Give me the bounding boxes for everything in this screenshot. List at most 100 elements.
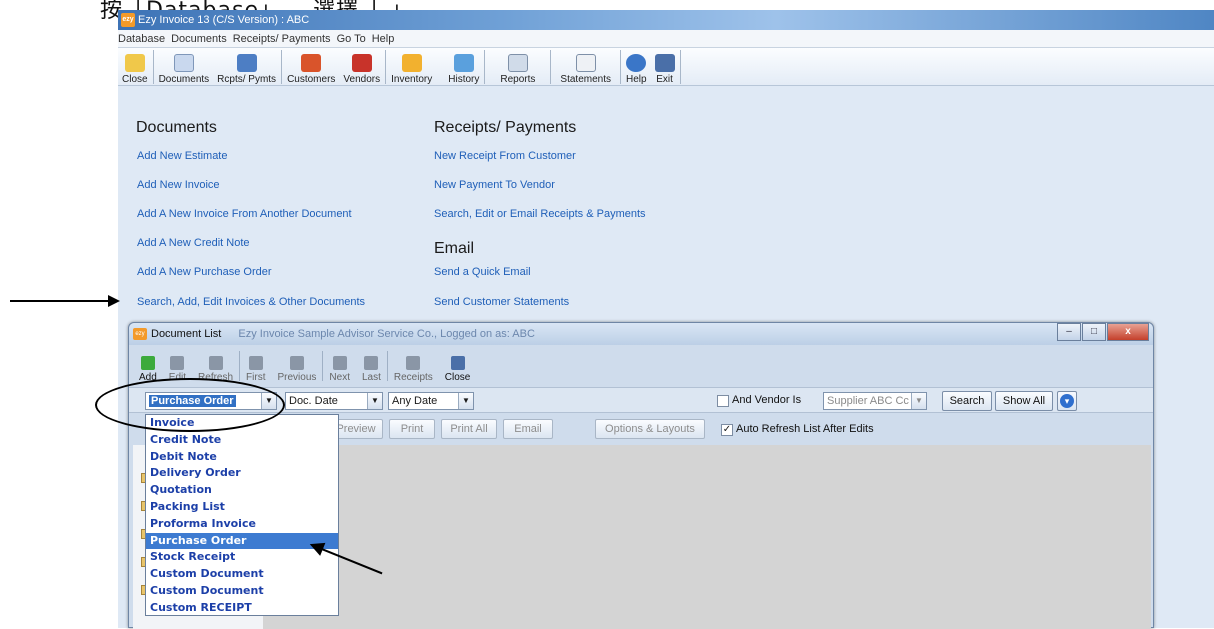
toolbar-separator bbox=[550, 49, 552, 84]
dropdown-option-quotation[interactable]: Quotation bbox=[146, 482, 338, 499]
door-icon bbox=[450, 356, 465, 370]
dropdown-option-debit-note[interactable]: Debit Note bbox=[146, 449, 338, 466]
pencil-icon bbox=[170, 356, 185, 370]
menu-bar: Database Documents Receipts/ Payments Go… bbox=[118, 30, 1214, 48]
chevron-down-circle-icon: ▾ bbox=[1060, 394, 1074, 408]
add-button[interactable]: Add bbox=[133, 349, 163, 383]
last-icon bbox=[364, 356, 379, 370]
annotation-ellipse bbox=[95, 378, 285, 432]
chevron-down-icon: ▼ bbox=[911, 393, 926, 409]
toolbar-separator bbox=[152, 49, 154, 84]
receipt-icon bbox=[406, 356, 421, 370]
ezy-app-icon: ezy bbox=[133, 328, 147, 340]
toolbar-separator bbox=[281, 49, 283, 84]
boxes-icon bbox=[401, 54, 422, 72]
link-customer-statements[interactable]: Send Customer Statements bbox=[434, 296, 569, 308]
receipts-payments-button[interactable]: Rcpts/ Pymts bbox=[213, 49, 280, 85]
customers-icon bbox=[301, 54, 322, 72]
last-button[interactable]: Last bbox=[356, 349, 387, 383]
link-search-receipts[interactable]: Search, Edit or Email Receipts & Payment… bbox=[434, 208, 646, 220]
document-icon bbox=[173, 54, 194, 72]
help-icon bbox=[626, 54, 647, 72]
envelope-icon bbox=[575, 54, 596, 72]
chevron-down-icon: ▼ bbox=[458, 393, 473, 409]
email-button[interactable]: Email bbox=[503, 419, 553, 439]
pen-icon bbox=[236, 54, 257, 72]
document-list-subtitle: Ezy Invoice Sample Advisor Service Co., … bbox=[238, 328, 535, 340]
show-all-button[interactable]: Show All bbox=[995, 391, 1053, 411]
link-add-purchase-order[interactable]: Add A New Purchase Order bbox=[137, 266, 272, 278]
vendor-filter-checkbox[interactable] bbox=[717, 395, 729, 407]
dropdown-option-custom-document[interactable]: Custom Document bbox=[146, 566, 338, 583]
close-button[interactable]: Close bbox=[118, 49, 152, 85]
exit-door-icon bbox=[654, 54, 675, 72]
reports-button[interactable]: Reports bbox=[486, 49, 549, 85]
documents-button[interactable]: Documents bbox=[155, 49, 214, 85]
documents-heading: Documents bbox=[136, 119, 217, 136]
toolbar-separator bbox=[385, 49, 387, 84]
help-button[interactable]: Help bbox=[622, 49, 651, 85]
truck-icon bbox=[351, 54, 372, 72]
next-button[interactable]: Next bbox=[323, 349, 356, 383]
date-range-select[interactable]: Any Date ▼ bbox=[388, 392, 474, 410]
maximize-button[interactable]: □ bbox=[1082, 323, 1106, 341]
print-all-button[interactable]: Print All bbox=[441, 419, 497, 439]
link-add-new-invoice[interactable]: Add New Invoice bbox=[137, 179, 220, 191]
link-add-credit-note[interactable]: Add A New Credit Note bbox=[137, 237, 250, 249]
auto-refresh-label: Auto Refresh List After Edits bbox=[736, 423, 874, 435]
main-toolbar: Close Documents Rcpts/ Pymts Customers V… bbox=[118, 48, 1214, 86]
exit-button[interactable]: Exit bbox=[651, 49, 679, 85]
customers-button[interactable]: Customers bbox=[283, 49, 339, 85]
first-button[interactable]: First bbox=[240, 349, 271, 383]
window-close-button[interactable]: x bbox=[1107, 323, 1149, 341]
toolbar-separator bbox=[620, 49, 621, 84]
receipts-button[interactable]: Receipts bbox=[388, 349, 439, 383]
link-new-payment[interactable]: New Payment To Vendor bbox=[434, 179, 555, 191]
auto-refresh-checkbox[interactable]: ✓ bbox=[721, 424, 733, 436]
link-add-new-estimate[interactable]: Add New Estimate bbox=[137, 150, 227, 162]
dropdown-option-proforma-invoice[interactable]: Proforma Invoice bbox=[146, 516, 338, 533]
menu-documents[interactable]: Documents bbox=[171, 30, 233, 47]
close-folder-icon bbox=[124, 54, 145, 72]
expand-button[interactable]: ▾ bbox=[1057, 391, 1077, 411]
dropdown-option-delivery-order[interactable]: Delivery Order bbox=[146, 465, 338, 482]
ezy-app-icon: ezy bbox=[121, 13, 135, 27]
document-list-titlebar: ezy Document List Ezy Invoice Sample Adv… bbox=[129, 323, 1153, 345]
vendor-select[interactable]: Supplier ABC Cc ▼ bbox=[823, 392, 927, 410]
dropdown-option-custom-document-2[interactable]: Custom Document bbox=[146, 583, 338, 600]
link-add-invoice-from-document[interactable]: Add A New Invoice From Another Document bbox=[137, 208, 352, 220]
menu-receipts-payments[interactable]: Receipts/ Payments bbox=[233, 30, 337, 47]
email-heading: Email bbox=[434, 240, 475, 257]
dropdown-option-credit-note[interactable]: Credit Note bbox=[146, 432, 338, 449]
link-search-documents[interactable]: Search, Add, Edit Invoices & Other Docum… bbox=[137, 296, 365, 308]
link-new-receipt[interactable]: New Receipt From Customer bbox=[434, 150, 576, 162]
document-list-title: Document List bbox=[151, 328, 222, 340]
pointer-arrow bbox=[10, 295, 120, 307]
menu-goto[interactable]: Go To bbox=[337, 30, 372, 47]
minimize-button[interactable]: – bbox=[1057, 323, 1081, 341]
menu-help[interactable]: Help bbox=[372, 30, 401, 47]
window-controls: – □ x bbox=[1056, 323, 1149, 341]
statements-button[interactable]: Statements bbox=[552, 49, 619, 85]
dropdown-option-packing-list[interactable]: Packing List bbox=[146, 499, 338, 516]
inventory-button[interactable]: Inventory bbox=[387, 49, 444, 85]
toolbar-separator bbox=[679, 49, 681, 84]
date-field-select[interactable]: Doc. Date ▼ bbox=[285, 392, 383, 410]
previous-button[interactable]: Previous bbox=[272, 349, 323, 383]
history-button[interactable]: History bbox=[444, 49, 483, 85]
previous-icon bbox=[289, 356, 304, 370]
close-list-button[interactable]: Close bbox=[439, 349, 477, 383]
report-icon bbox=[507, 54, 528, 72]
dropdown-option-custom-receipt[interactable]: Custom RECEIPT bbox=[146, 600, 338, 617]
document-type-dropdown: Invoice Credit Note Debit Note Delivery … bbox=[145, 414, 339, 616]
menu-database[interactable]: Database bbox=[118, 30, 171, 47]
search-button[interactable]: Search bbox=[942, 391, 992, 411]
link-quick-email[interactable]: Send a Quick Email bbox=[434, 266, 531, 278]
first-icon bbox=[248, 356, 263, 370]
options-layouts-button[interactable]: Options & Layouts bbox=[595, 419, 705, 439]
vendor-filter-label: And Vendor Is bbox=[732, 394, 802, 406]
print-button[interactable]: Print bbox=[389, 419, 435, 439]
app-titlebar: ezy Ezy Invoice 13 (C/S Version) : ABC bbox=[118, 10, 1214, 30]
app-title: Ezy Invoice 13 (C/S Version) : ABC bbox=[138, 14, 310, 26]
vendors-button[interactable]: Vendors bbox=[339, 49, 384, 85]
